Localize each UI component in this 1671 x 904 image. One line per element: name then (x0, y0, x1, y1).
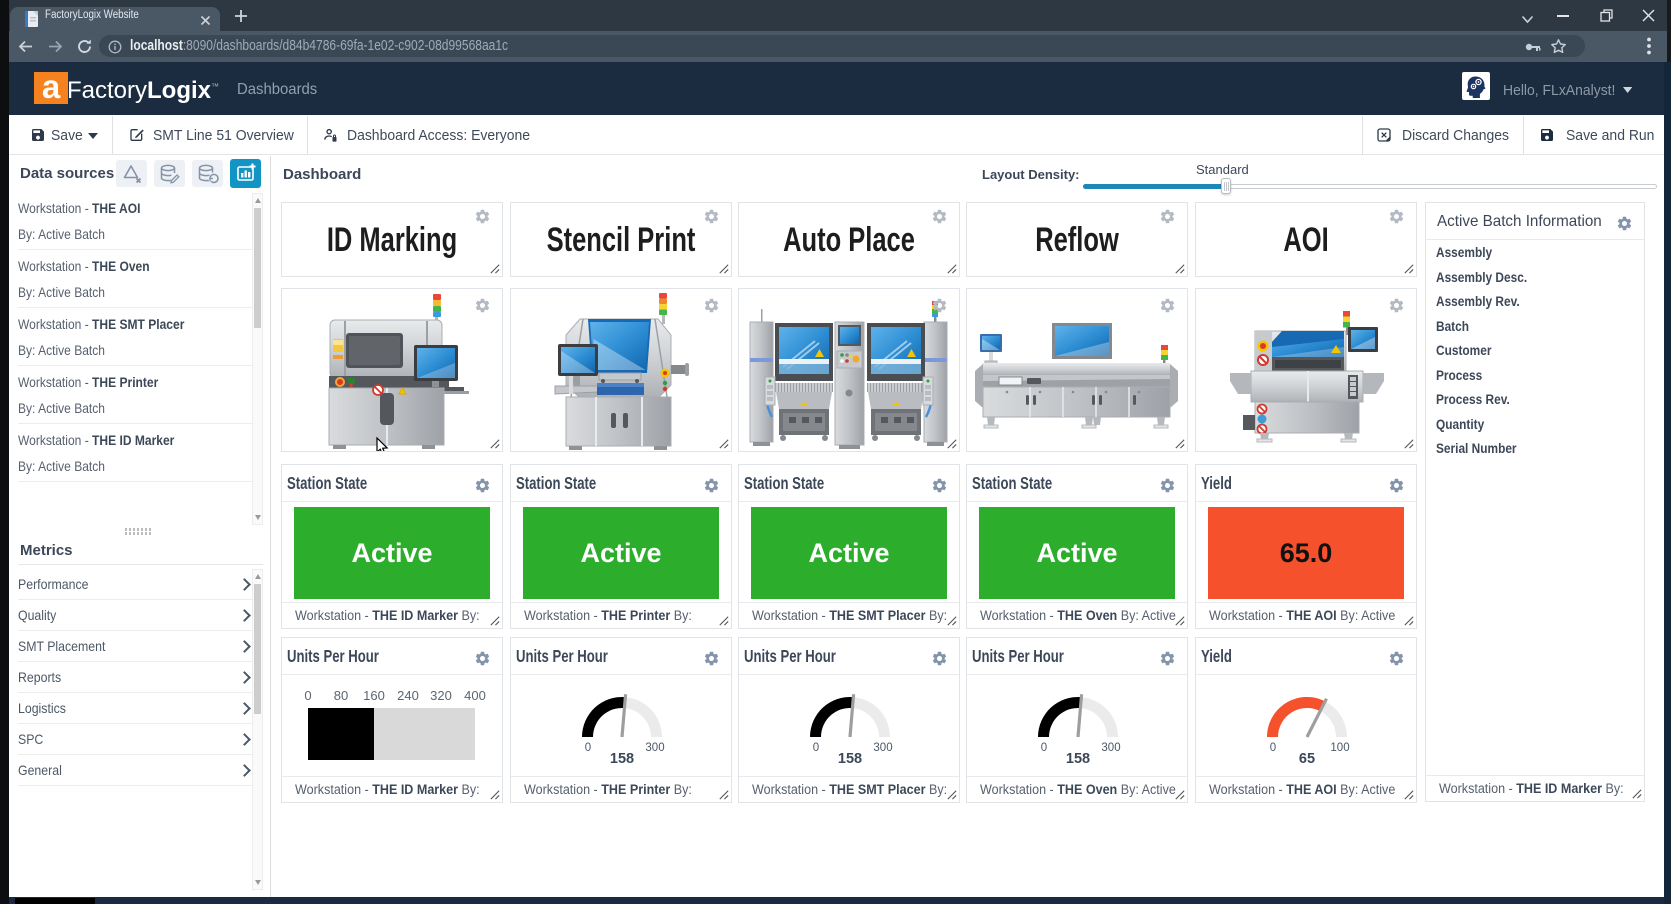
svg-text:158: 158 (610, 751, 634, 767)
svg-text:158: 158 (1066, 751, 1090, 767)
svg-text:80: 80 (334, 688, 348, 703)
svg-text:300: 300 (873, 742, 892, 754)
svg-text:240: 240 (397, 688, 419, 703)
svg-text:300: 300 (645, 742, 664, 754)
svg-text:0: 0 (585, 742, 591, 754)
svg-text:400: 400 (464, 688, 486, 703)
svg-text:0: 0 (813, 742, 819, 754)
svg-text:160: 160 (363, 688, 385, 703)
svg-text:158: 158 (838, 751, 862, 767)
svg-text:0: 0 (1041, 742, 1047, 754)
svg-text:300: 300 (1101, 742, 1120, 754)
svg-text:0: 0 (304, 688, 311, 703)
svg-text:0: 0 (1270, 742, 1276, 754)
svg-text:320: 320 (430, 688, 452, 703)
svg-text:65: 65 (1299, 751, 1315, 767)
svg-text:100: 100 (1330, 742, 1349, 754)
